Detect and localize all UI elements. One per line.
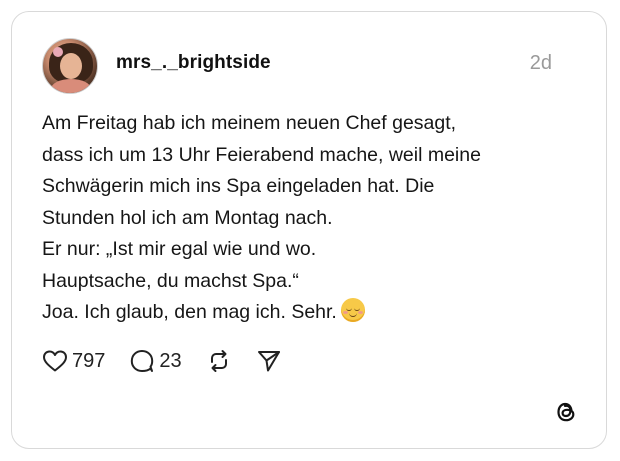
send-icon [257,351,280,372]
share-button[interactable] [256,349,282,373]
like-count: 797 [72,349,106,372]
avatar-face [60,53,82,79]
reply-count: 23 [159,349,182,372]
post-line: Hauptsache, du machst Spa.“ [42,269,299,292]
username[interactable]: mrs_._brightside [116,52,271,74]
post-line: Schwägerin mich ins Spa eingeladen hat. … [42,175,435,197]
post-line: Am Freitag hab ich meinem neuen Chef ges… [42,112,457,134]
post-line: Joa. Ich glaub, den mag ich. Sehr. [42,301,337,323]
repost-icon [210,350,227,372]
post-line: Er nur: „Ist mir egal wie und wo. [42,238,317,260]
post-line: dass ich um 13 Uhr Feierabend mache, wei… [42,143,481,166]
comment-icon [131,350,154,372]
avatar-shirt [51,79,91,93]
repost-button[interactable] [206,349,232,373]
post-actions: 797 23 [42,346,282,376]
heart-icon [43,350,67,372]
post-line: Stunden hol ich am Montag nach. [42,206,333,229]
post-body: Am Freitag hab ich meinem neuen Chef ges… [42,108,582,329]
avatar-flower [53,47,63,57]
post-timestamp: 2d [529,52,552,74]
avatar[interactable] [42,38,98,94]
relieved-face-emoji [340,298,365,322]
like-button[interactable]: 797 [42,349,105,373]
post-card: mrs_._brightside 2d Am Freitag hab ich m… [11,11,607,449]
threads-logo-icon[interactable] [552,398,580,426]
reply-button[interactable]: 23 [129,349,182,373]
